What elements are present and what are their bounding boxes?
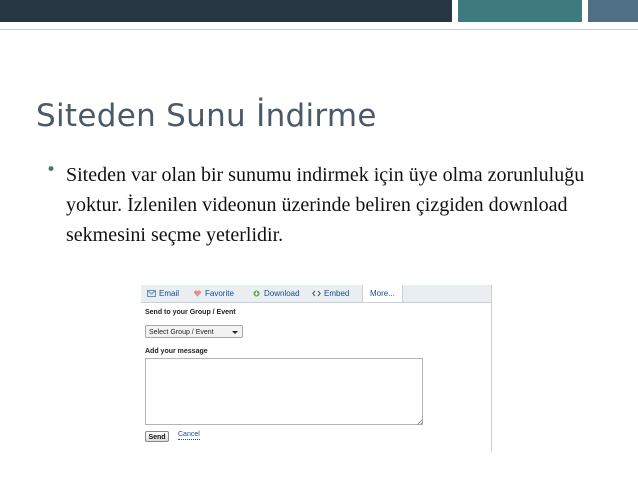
group-event-select[interactable]: Select Group / Event (145, 325, 243, 338)
group-event-select-value: Select Group / Event (149, 329, 214, 336)
share-tabs: Email Favorite Download Embed More... (141, 285, 491, 303)
tab-embed[interactable]: Embed (312, 289, 349, 298)
slide-title: Siteden Sunu İndirme (36, 98, 377, 134)
send-to-label: Send to your Group / Event (145, 309, 236, 316)
header-band-teal (458, 0, 582, 22)
tab-favorite-label: Favorite (205, 289, 234, 298)
envelope-icon (147, 290, 156, 297)
tab-email[interactable]: Email (147, 289, 179, 298)
tab-favorite[interactable]: Favorite (193, 289, 234, 298)
download-icon (253, 290, 260, 297)
header-band-slate (588, 0, 638, 22)
share-panel-screenshot: Email Favorite Download Embed More... Se… (141, 285, 492, 452)
tab-download[interactable]: Download (252, 289, 300, 298)
tab-embed-label: Embed (324, 289, 350, 298)
message-textarea[interactable] (145, 358, 423, 425)
heart-icon (194, 290, 201, 297)
header-band-dark (0, 0, 452, 22)
header-divider (0, 29, 638, 30)
code-icon (312, 290, 321, 297)
bullet-text: Siteden var olan bir sunumu indirmek içi… (66, 164, 585, 246)
cancel-link[interactable]: Cancel (178, 430, 200, 440)
chevron-down-icon (232, 331, 238, 334)
tab-download-label: Download (264, 289, 300, 298)
message-label: Add your message (145, 348, 208, 355)
resize-grip-icon[interactable] (417, 419, 423, 425)
bullet-marker: • (46, 160, 57, 180)
send-button[interactable]: Send (145, 431, 169, 442)
tab-more[interactable]: More... (362, 285, 403, 302)
tab-email-label: Email (159, 289, 180, 298)
tab-more-label: More... (370, 288, 395, 298)
